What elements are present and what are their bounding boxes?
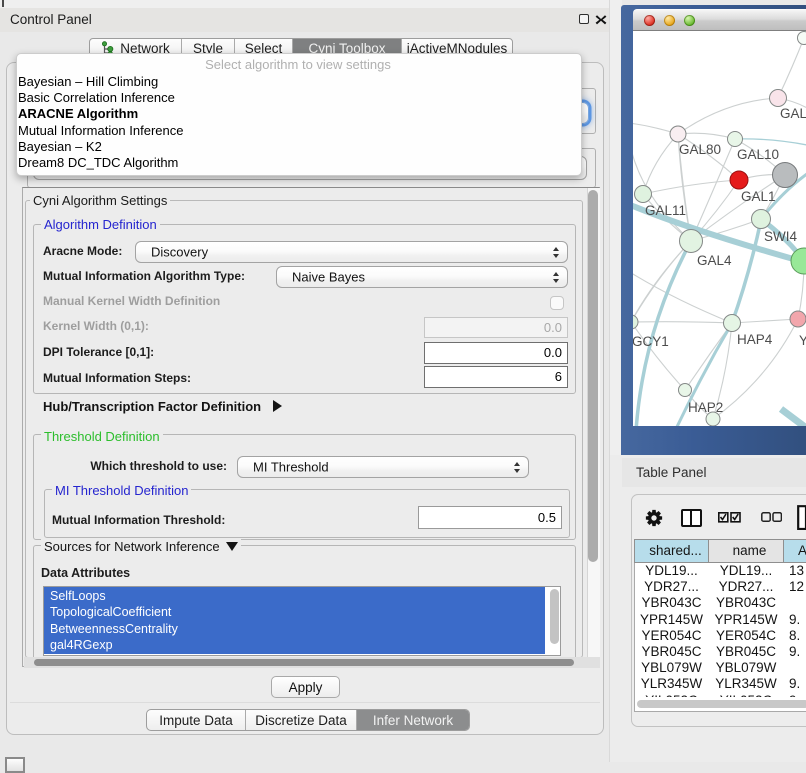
svg-text:GAL80: GAL80 [679,142,721,157]
svg-text:HAP2: HAP2 [688,400,723,415]
svg-text:GAL10: GAL10 [737,147,779,162]
svg-text:GAL2: GAL2 [780,106,806,121]
svg-text:SWI4: SWI4 [764,229,797,244]
svg-text:GCY1: GCY1 [633,334,669,349]
svg-text:YDR: YDR [799,333,806,348]
svg-text:GAL4: GAL4 [697,253,732,268]
svg-text:GAL11: GAL11 [645,203,686,218]
svg-text:GAL1: GAL1 [741,189,776,204]
svg-text:HAP4: HAP4 [737,332,773,347]
